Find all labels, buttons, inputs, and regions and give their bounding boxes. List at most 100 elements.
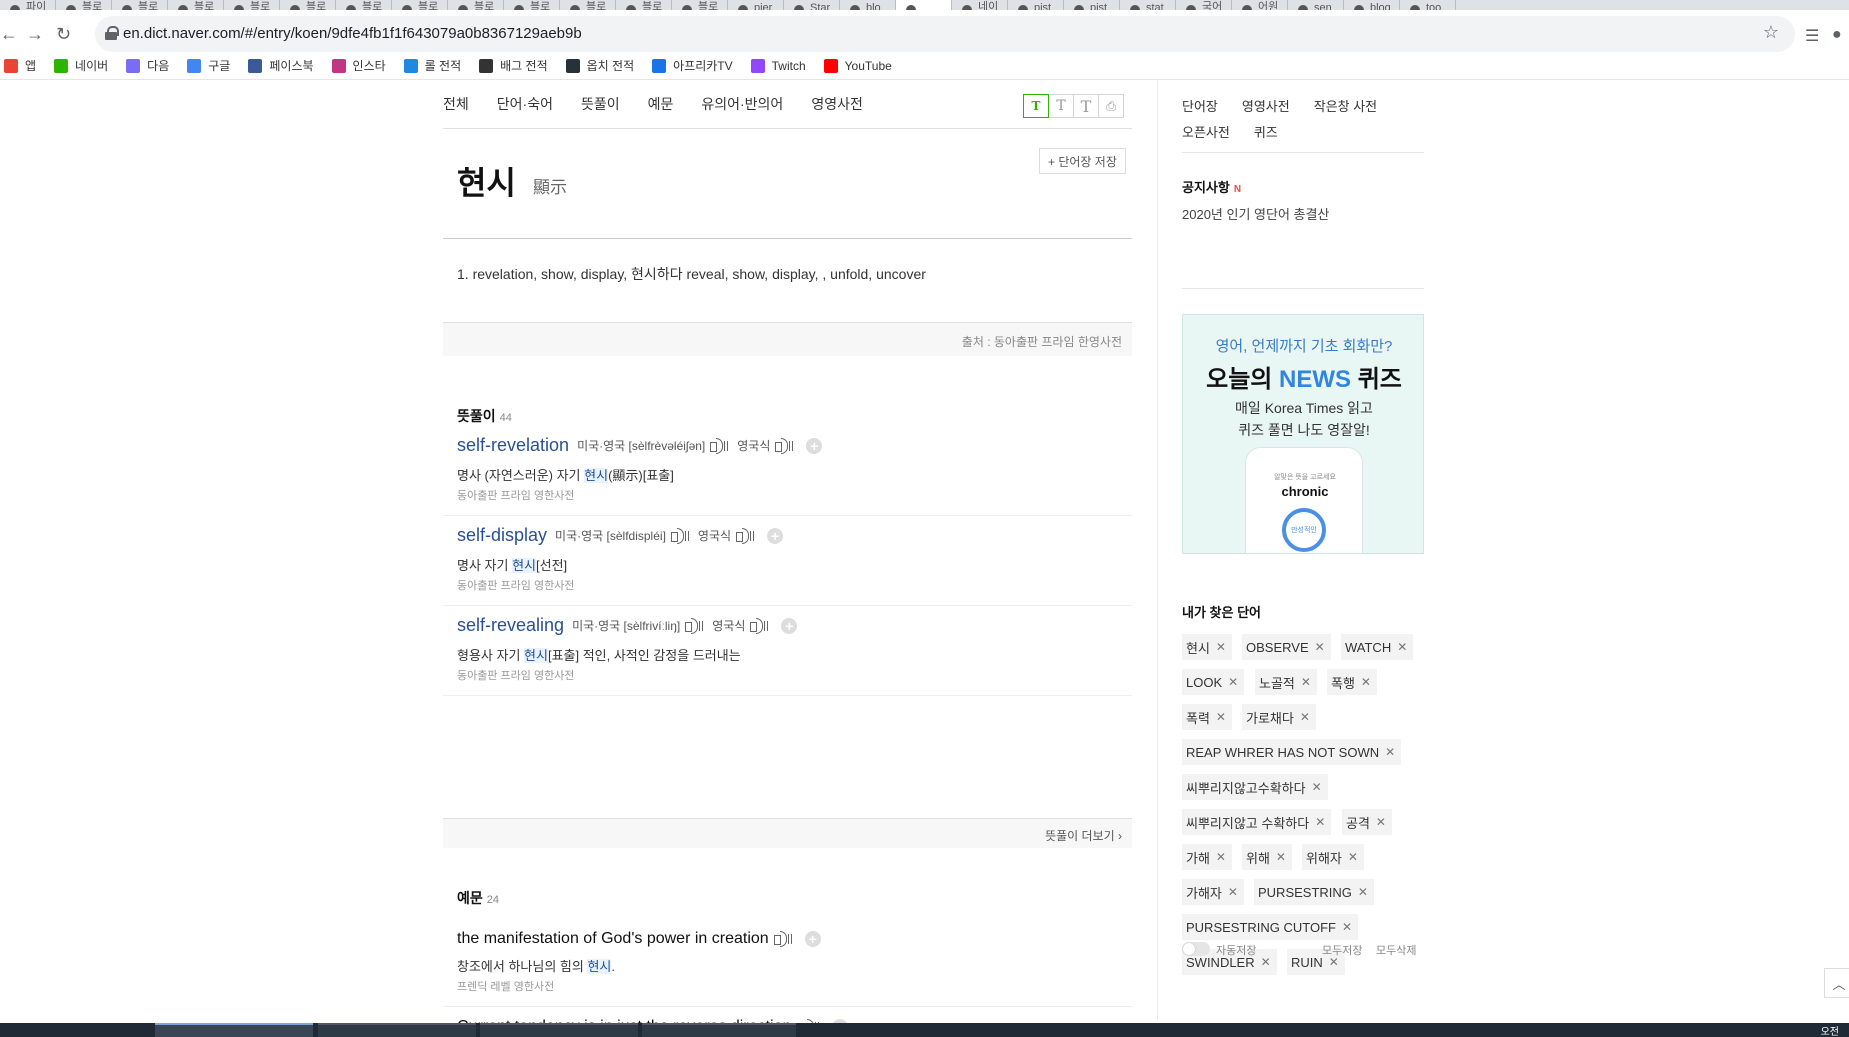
my-word-tag[interactable]: 씨뿌리지않고수확하다 ✕ bbox=[1182, 774, 1328, 800]
sidebar-link[interactable]: 오픈사전 bbox=[1182, 122, 1230, 141]
browser-tab[interactable] bbox=[896, 0, 952, 10]
browser-tab[interactable]: 국어 bbox=[1176, 0, 1232, 10]
remove-word-icon[interactable]: ✕ bbox=[1276, 850, 1286, 864]
browser-tab[interactable]: 블로 bbox=[672, 0, 728, 10]
section-tab[interactable]: 영영사전 bbox=[811, 94, 863, 114]
browser-tab[interactable]: 블로 bbox=[560, 0, 616, 10]
browser-tab[interactable]: 블로 bbox=[448, 0, 504, 10]
remove-word-icon[interactable]: ✕ bbox=[1376, 815, 1386, 829]
browser-tab[interactable]: 블로 bbox=[168, 0, 224, 10]
section-tab[interactable]: 전체 bbox=[443, 94, 469, 114]
remove-word-icon[interactable]: ✕ bbox=[1358, 885, 1368, 899]
add-to-wordbook-icon[interactable]: + bbox=[806, 437, 823, 454]
remove-word-icon[interactable]: ✕ bbox=[1261, 955, 1271, 969]
forward-button[interactable]: → bbox=[26, 24, 44, 44]
browser-tab[interactable]: pist bbox=[1008, 0, 1064, 10]
browser-tab[interactable]: 파이 bbox=[0, 0, 56, 10]
delete-all-button[interactable]: 모두삭제 bbox=[1376, 942, 1416, 958]
save-all-button[interactable]: 모두저장 bbox=[1322, 942, 1362, 958]
remove-word-icon[interactable]: ✕ bbox=[1315, 815, 1325, 829]
sidebar-link[interactable]: 단어장 bbox=[1182, 96, 1218, 115]
autosave-toggle[interactable] bbox=[1182, 942, 1210, 956]
bookmark-item[interactable]: 배그 전적 bbox=[479, 57, 548, 74]
more-meanings-link[interactable]: 뜻풀이 더보기 › bbox=[1045, 827, 1122, 844]
add-to-wordbook-icon[interactable]: + bbox=[767, 527, 784, 544]
browser-tab[interactable]: 블로 bbox=[392, 0, 448, 10]
browser-tab[interactable]: sen bbox=[1288, 0, 1344, 10]
browser-tab[interactable]: blog bbox=[1344, 0, 1400, 10]
bookmark-item[interactable]: 롤 전적 bbox=[403, 57, 461, 74]
speaker-icon[interactable] bbox=[670, 527, 690, 544]
browser-tab[interactable]: 블로 bbox=[504, 0, 560, 10]
my-word-tag[interactable]: 폭력 ✕ bbox=[1182, 704, 1232, 730]
remove-word-icon[interactable]: ✕ bbox=[1216, 850, 1226, 864]
speaker-icon[interactable] bbox=[749, 617, 769, 634]
my-word-tag[interactable]: WATCH ✕ bbox=[1341, 634, 1414, 660]
my-word-tag[interactable]: 현시 ✕ bbox=[1182, 634, 1232, 660]
entry-word-link[interactable]: self-revelation bbox=[457, 435, 569, 456]
my-word-tag[interactable]: REAP WHRER HAS NOT SOWN ✕ bbox=[1182, 739, 1402, 765]
notice-link[interactable]: 2020년 인기 영단어 총결산 bbox=[1182, 204, 1329, 223]
bookmark-item[interactable]: 인스타 bbox=[331, 57, 386, 74]
section-tab[interactable]: 예문 bbox=[648, 94, 674, 114]
back-button[interactable]: ← bbox=[0, 24, 18, 44]
remove-word-icon[interactable]: ✕ bbox=[1385, 745, 1395, 759]
remove-word-icon[interactable]: ✕ bbox=[1216, 710, 1226, 724]
my-word-tag[interactable]: 위해자 ✕ bbox=[1302, 844, 1364, 870]
scroll-top-button[interactable]: ︿ bbox=[1824, 968, 1849, 998]
text-size-medium-button[interactable]: T bbox=[1048, 94, 1074, 118]
remove-word-icon[interactable]: ✕ bbox=[1342, 920, 1352, 934]
browser-tab[interactable]: 네이 bbox=[952, 0, 1008, 10]
remove-word-icon[interactable]: ✕ bbox=[1216, 640, 1226, 654]
my-word-tag[interactable]: 폭행 ✕ bbox=[1327, 669, 1377, 695]
my-word-tag[interactable]: PURSESTRING ✕ bbox=[1254, 879, 1374, 905]
browser-tab[interactable]: 블로 bbox=[280, 0, 336, 10]
my-word-tag[interactable]: 노골적 ✕ bbox=[1255, 669, 1317, 695]
bookmark-item[interactable]: 페이스북 bbox=[248, 57, 314, 74]
remove-word-icon[interactable]: ✕ bbox=[1300, 710, 1310, 724]
entry-word-link[interactable]: self-display bbox=[457, 525, 547, 546]
sidebar-link[interactable]: 작은창 사전 bbox=[1314, 96, 1377, 115]
bookmark-item[interactable]: 다음 bbox=[126, 57, 169, 74]
remove-word-icon[interactable]: ✕ bbox=[1228, 675, 1238, 689]
remove-word-icon[interactable]: ✕ bbox=[1397, 640, 1407, 654]
taskbar-app[interactable] bbox=[155, 1023, 313, 1037]
browser-tab[interactable]: 블로 bbox=[112, 0, 168, 10]
text-size-large-button[interactable]: T bbox=[1073, 94, 1099, 118]
my-word-tag[interactable]: 가로채다 ✕ bbox=[1242, 704, 1316, 730]
browser-tab[interactable]: 어원 bbox=[1232, 0, 1288, 10]
remove-word-icon[interactable]: ✕ bbox=[1301, 675, 1311, 689]
my-word-tag[interactable]: OBSERVE ✕ bbox=[1242, 634, 1331, 660]
add-to-wordbook-icon[interactable]: + bbox=[781, 617, 798, 634]
my-word-tag[interactable]: 씨뿌리지않고 수확하다 ✕ bbox=[1182, 809, 1332, 835]
remove-word-icon[interactable]: ✕ bbox=[1315, 640, 1325, 654]
my-word-tag[interactable]: 위해 ✕ bbox=[1242, 844, 1292, 870]
my-word-tag[interactable]: LOOK ✕ bbox=[1182, 669, 1245, 695]
bookmark-item[interactable]: 네이버 bbox=[54, 57, 108, 74]
browser-tab[interactable]: blo bbox=[840, 0, 896, 10]
reload-button[interactable]: ↻ bbox=[56, 24, 71, 44]
my-word-tag[interactable]: 가해자 ✕ bbox=[1182, 879, 1244, 905]
speaker-icon[interactable] bbox=[709, 437, 729, 454]
browser-tab[interactable]: pier bbox=[728, 0, 784, 10]
bookmark-item[interactable]: YouTube bbox=[823, 58, 892, 73]
browser-tab[interactable]: pist bbox=[1064, 0, 1120, 10]
address-bar[interactable]: en.dict.naver.com/#/entry/koen/9dfe4fb1f… bbox=[95, 16, 1795, 52]
browser-tab[interactable]: 블로 bbox=[224, 0, 280, 10]
bookmark-star-icon[interactable]: ☆ bbox=[1763, 22, 1779, 43]
section-tab[interactable]: 단어·숙어 bbox=[497, 94, 553, 114]
remove-word-icon[interactable]: ✕ bbox=[1312, 780, 1322, 794]
speaker-icon[interactable] bbox=[773, 931, 793, 947]
sidebar-link[interactable]: 퀴즈 bbox=[1254, 122, 1278, 141]
section-tab[interactable]: 유의어·반의어 bbox=[701, 94, 783, 114]
taskbar-app[interactable] bbox=[480, 1023, 638, 1037]
add-to-wordbook-icon[interactable]: + bbox=[804, 931, 821, 947]
browser-tab[interactable]: 블로 bbox=[616, 0, 672, 10]
browser-tab[interactable]: 블로 bbox=[336, 0, 392, 10]
my-word-tag[interactable]: 공격 ✕ bbox=[1342, 809, 1392, 835]
taskbar-app[interactable] bbox=[318, 1023, 476, 1037]
reading-list-icon[interactable]: ☰ bbox=[1805, 26, 1819, 46]
my-word-tag[interactable]: 가해 ✕ bbox=[1182, 844, 1232, 870]
speaker-icon[interactable] bbox=[684, 617, 704, 634]
remove-word-icon[interactable]: ✕ bbox=[1361, 675, 1371, 689]
